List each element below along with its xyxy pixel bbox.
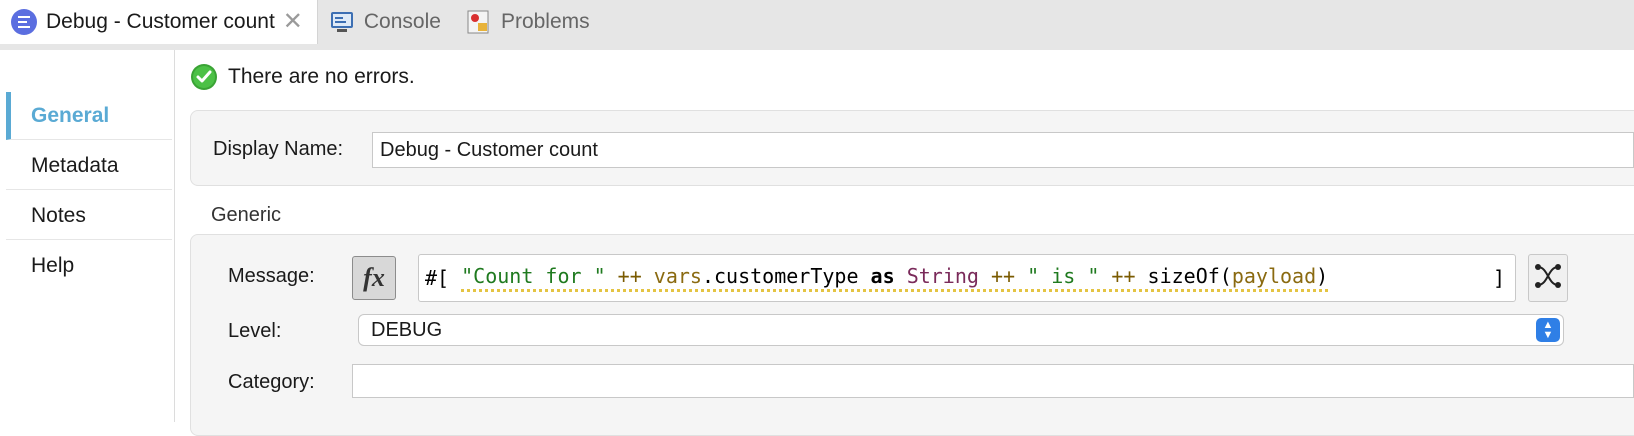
- editor-tab-bar: Debug - Customer count ✕ Console Problem…: [0, 0, 1634, 50]
- validation-status: There are no errors.: [190, 58, 415, 96]
- level-label: Level:: [228, 320, 282, 342]
- expression-prefix: #[: [425, 266, 462, 290]
- sidebar-item-help[interactable]: Help: [6, 242, 172, 290]
- tab-label: Console: [363, 10, 441, 33]
- expr-token: vars: [653, 264, 702, 288]
- logger-icon: [10, 8, 38, 36]
- check-circle-icon: [190, 63, 218, 91]
- level-select[interactable]: DEBUG ▲ ▼: [358, 314, 1564, 346]
- select-arrows-icon: ▲ ▼: [1536, 318, 1560, 342]
- expr-token: ): [1316, 264, 1329, 288]
- close-icon[interactable]: ✕: [283, 10, 303, 34]
- expr-token: as: [870, 264, 895, 288]
- expr-token: ++: [605, 264, 654, 288]
- tab-debug-customer-count[interactable]: Debug - Customer count ✕: [0, 0, 318, 44]
- category-label: Category:: [228, 371, 315, 393]
- expression-code: "Count for " ++ vars.customerType as Str…: [461, 264, 1329, 292]
- graph-nodes-icon: [1533, 261, 1563, 296]
- tab-console[interactable]: Console: [318, 0, 455, 44]
- expression-suffix: ]: [1492, 266, 1505, 290]
- sidebar-item-metadata[interactable]: Metadata: [6, 142, 172, 190]
- expr-token: [895, 264, 907, 288]
- level-value: DEBUG: [371, 318, 443, 341]
- sidebar-item-general[interactable]: General: [6, 92, 172, 140]
- display-name-field[interactable]: Debug - Customer count: [372, 132, 1634, 168]
- status-text: There are no errors.: [228, 65, 415, 88]
- generic-section-title: Generic: [211, 204, 282, 226]
- tab-problems[interactable]: Problems: [455, 0, 604, 44]
- expr-token: sizeOf(: [1147, 264, 1232, 288]
- expr-token: " is ": [1027, 264, 1100, 288]
- tab-label: Problems: [500, 10, 590, 33]
- problems-icon: [465, 8, 493, 36]
- expr-token: String: [906, 264, 979, 288]
- fx-icon: fx: [363, 263, 385, 292]
- message-label: Message:: [228, 265, 315, 287]
- category-field[interactable]: [352, 364, 1634, 398]
- expr-token: payload: [1231, 264, 1317, 288]
- expr-token: .customerType: [701, 264, 871, 288]
- expr-token: ++: [1099, 264, 1148, 288]
- tab-label: Debug - Customer count: [46, 10, 275, 33]
- console-icon: [328, 8, 356, 36]
- mapping-button[interactable]: [1528, 254, 1568, 302]
- fx-toggle-button[interactable]: fx: [352, 256, 396, 300]
- display-name-label: Display Name:: [213, 138, 344, 160]
- message-expression-editor[interactable]: #[ "Count for " ++ vars.customerType as …: [418, 254, 1516, 302]
- expr-token: ++: [978, 264, 1028, 288]
- sidebar-item-notes[interactable]: Notes: [6, 192, 172, 240]
- expr-token: "Count for ": [461, 264, 606, 288]
